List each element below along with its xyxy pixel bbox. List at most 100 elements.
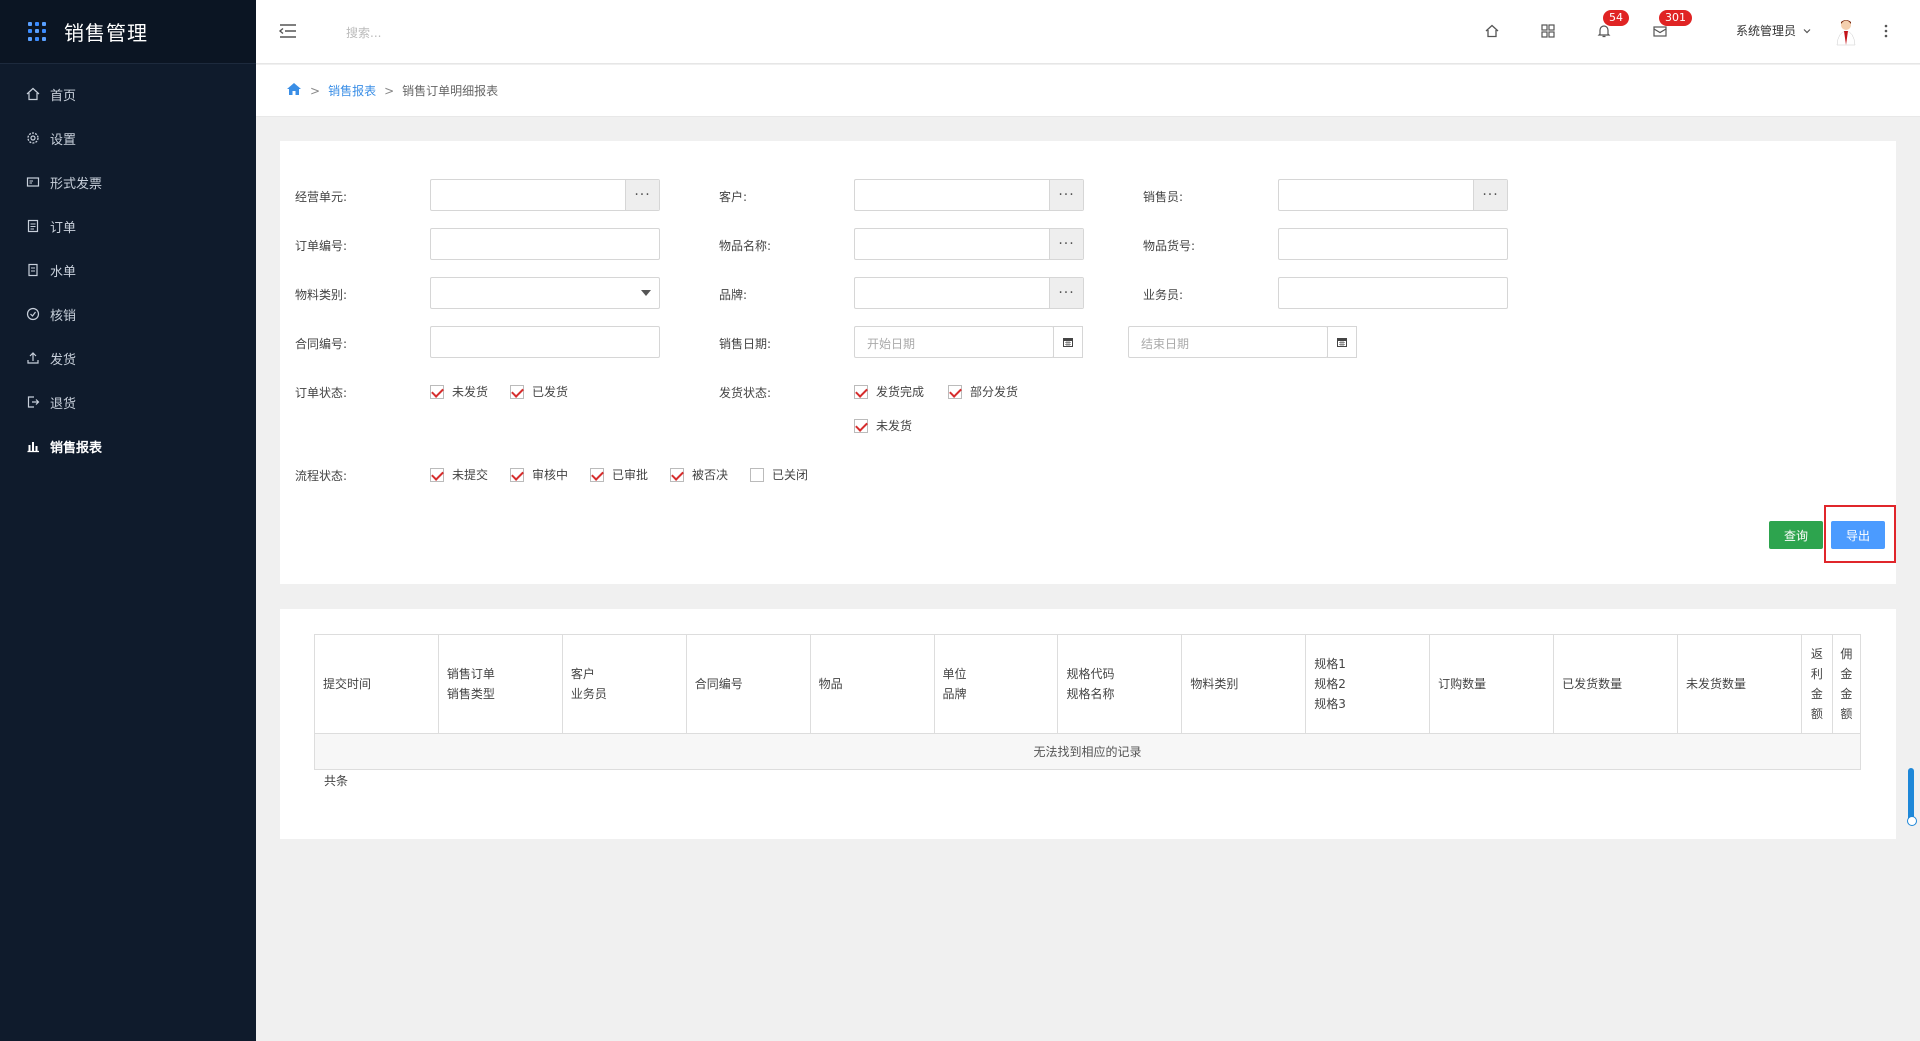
checkbox-box[interactable] <box>948 384 962 399</box>
customer-label: 客户: <box>719 190 748 204</box>
item-code-input[interactable] <box>1278 228 1508 260</box>
sidebar-item-settings[interactable]: 设置 <box>0 116 256 160</box>
sale-date-label: 销售日期: <box>719 337 772 351</box>
ship-status-complete-checkbox[interactable]: 发货完成 <box>854 383 924 400</box>
sidebar-item-bank-slip[interactable]: 水单 <box>0 248 256 292</box>
brand-input[interactable]: ··· <box>854 277 1084 309</box>
sidebar-item-label: 销售报表 <box>50 440 103 456</box>
order-status-shipped-checkbox[interactable]: 已发货 <box>510 383 568 400</box>
more-options-icon[interactable] <box>1883 22 1889 40</box>
checkbox-label: 审核中 <box>532 468 569 482</box>
ellipsis-icon[interactable]: ··· <box>1049 278 1083 308</box>
flow-status-approved-checkbox[interactable]: 已审批 <box>590 466 648 483</box>
checkbox-box[interactable] <box>590 467 604 482</box>
flow-status-unsubmitted-checkbox[interactable]: 未提交 <box>430 466 488 483</box>
menu-toggle-icon[interactable] <box>278 22 298 40</box>
salesperson-input[interactable]: ··· <box>1278 179 1508 211</box>
breadcrumb-home-icon[interactable] <box>286 82 302 99</box>
sidebar-item-returns[interactable]: 退货 <box>0 380 256 424</box>
item-name-input[interactable]: ··· <box>854 228 1084 260</box>
checkbox-box[interactable] <box>670 467 684 482</box>
flow-status-reviewing-checkbox[interactable]: 审核中 <box>510 466 568 483</box>
export-button[interactable]: 导出 <box>1831 521 1885 549</box>
customer-input[interactable]: ··· <box>854 179 1084 211</box>
contract-no-label: 合同编号: <box>295 337 348 351</box>
sidebar-item-write-off[interactable]: 核销 <box>0 292 256 336</box>
check-circle-icon <box>26 307 40 321</box>
order-no-input[interactable] <box>430 228 660 260</box>
flow-status-rejected-checkbox[interactable]: 被否决 <box>670 466 728 483</box>
salesperson-label: 销售员: <box>1143 190 1184 204</box>
order-status-unshipped-checkbox[interactable]: 未发货 <box>430 383 488 400</box>
user-menu[interactable]: 系统管理员 <box>1736 22 1812 39</box>
column-header: 订购数量 <box>1429 634 1555 734</box>
caret-down-icon <box>641 290 651 296</box>
table-empty-row: 无法找到相应的记录 <box>314 733 1861 770</box>
bar-chart-icon <box>26 439 40 453</box>
messages-button[interactable]: 301 <box>1651 10 1692 40</box>
grid-icon <box>1541 24 1555 38</box>
end-date-calendar-button[interactable] <box>1327 326 1357 358</box>
start-date-input[interactable]: 开始日期 <box>854 326 1054 358</box>
order-no-label: 订单编号: <box>295 239 348 253</box>
query-button[interactable]: 查询 <box>1769 521 1823 549</box>
sidebar-item-shipping[interactable]: 发货 <box>0 336 256 380</box>
avatar[interactable] <box>1834 18 1858 46</box>
checkbox-box[interactable] <box>510 384 524 399</box>
sidebar-item-orders[interactable]: 订单 <box>0 204 256 248</box>
checkbox-box[interactable] <box>854 384 868 399</box>
contract-no-input[interactable] <box>430 326 660 358</box>
flow-status-closed-checkbox[interactable]: 已关闭 <box>750 466 808 483</box>
checkbox-box[interactable] <box>750 467 764 482</box>
checkbox-box[interactable] <box>510 467 524 482</box>
ship-status-partial-checkbox[interactable]: 部分发货 <box>948 383 1018 400</box>
table-header-row: 提交时间 销售订单 销售类型 客户 业务员 合同编号 物品 单位 品牌 规格代码 规格名称 物料类别规… <box>314 634 1862 734</box>
checkbox-box[interactable] <box>430 467 444 482</box>
home-button[interactable] <box>1483 22 1501 40</box>
ellipsis-icon[interactable]: ··· <box>1473 180 1507 210</box>
end-date-input[interactable]: 结束日期 <box>1128 326 1328 358</box>
total-count: 共条 <box>324 774 349 788</box>
ship-status-unshipped-checkbox[interactable]: 未发货 <box>854 417 912 434</box>
end-date-placeholder: 结束日期 <box>1141 337 1190 351</box>
checkbox-label: 已审批 <box>612 468 649 482</box>
messages-badge: 301 <box>1659 10 1692 26</box>
vertical-scrollbar[interactable] <box>1907 768 1917 826</box>
invoice-icon <box>26 175 40 189</box>
notifications-button[interactable]: 54 <box>1595 10 1629 40</box>
brand[interactable]: 销售管理 <box>0 0 256 64</box>
sidebar-item-label: 设置 <box>50 132 77 148</box>
results-table: 提交时间 销售订单 销售类型 客户 业务员 合同编号 物品 单位 品牌 规格代码 规格名称 物料类别规… <box>314 634 1862 770</box>
clerk-input[interactable] <box>1278 277 1508 309</box>
ellipsis-icon[interactable]: ··· <box>1049 229 1083 259</box>
ellipsis-icon[interactable]: ··· <box>1049 180 1083 210</box>
column-header: 物品 <box>809 634 935 734</box>
sidebar-item-label: 核销 <box>50 308 77 324</box>
column-header: 已发货数量 <box>1553 634 1678 734</box>
ellipsis-icon[interactable]: ··· <box>625 180 659 210</box>
apps-button[interactable] <box>1539 22 1557 40</box>
user-name: 系统管理员 <box>1736 24 1797 38</box>
business-unit-input[interactable]: ··· <box>430 179 660 211</box>
column-header: 单位 品牌 <box>933 634 1059 734</box>
breadcrumb-parent-link[interactable]: 销售报表 <box>328 82 376 99</box>
empty-message: 无法找到相应的记录 <box>314 733 1861 770</box>
home-icon <box>1485 24 1499 38</box>
start-date-calendar-button[interactable] <box>1053 326 1083 358</box>
material-category-label: 物料类别: <box>295 288 348 302</box>
material-category-select[interactable] <box>430 277 660 309</box>
checkbox-box[interactable] <box>430 384 444 399</box>
sidebar-item-proforma-invoice[interactable]: 形式发票 <box>0 160 256 204</box>
sidebar-item-label: 发货 <box>50 352 77 368</box>
column-header: 客户 业务员 <box>561 634 687 734</box>
sidebar-item-sales-report[interactable]: 销售报表 <box>0 424 256 468</box>
sidebar-item-home[interactable]: 首页 <box>0 72 256 116</box>
checkbox-box[interactable] <box>854 418 868 433</box>
column-header: 提交时间 <box>314 634 439 734</box>
column-header: 销售订单 销售类型 <box>437 634 563 734</box>
clerk-label: 业务员: <box>1143 288 1184 302</box>
search-input[interactable] <box>346 22 646 44</box>
breadcrumb-separator: > <box>310 83 321 98</box>
results-panel: 提交时间 销售订单 销售类型 客户 业务员 合同编号 物品 单位 品牌 规格代码 规格名称 物料类别规… <box>280 609 1896 839</box>
breadcrumb-current: 销售订单明细报表 <box>402 84 499 98</box>
